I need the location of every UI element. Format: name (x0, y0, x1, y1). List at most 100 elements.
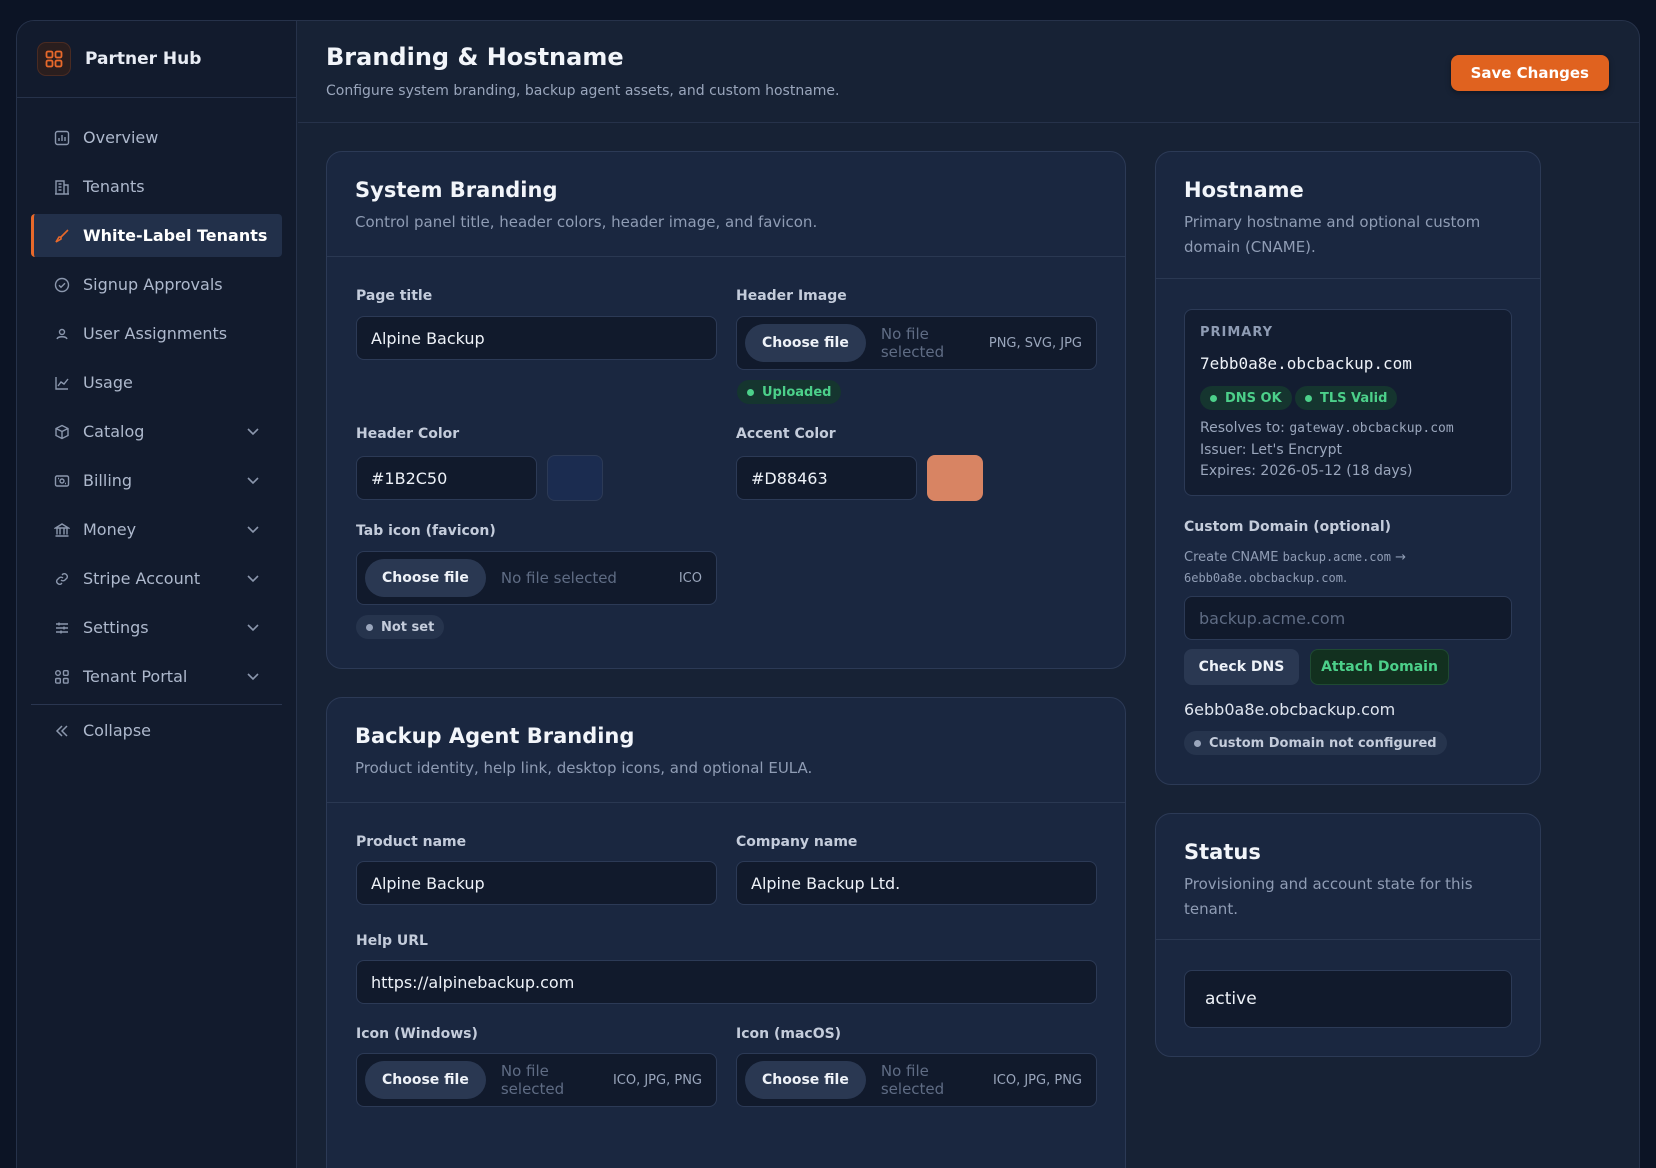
brush-icon (53, 227, 71, 245)
sidebar-item-usage[interactable]: Usage (31, 361, 282, 404)
sliders-icon (53, 619, 71, 637)
cname-suffix: . (1342, 571, 1348, 586)
line-chart-icon (53, 374, 71, 392)
product-name-input[interactable]: Alpine Backup (356, 861, 717, 905)
choose-file-button[interactable]: Choose file (745, 324, 866, 362)
card-header: Hostname Primary hostname and optional c… (1156, 152, 1540, 279)
dot-icon (747, 388, 754, 396)
save-changes-button[interactable]: Save Changes (1450, 55, 1609, 91)
choose-file-button[interactable]: Choose file (745, 1061, 866, 1099)
double-chevron-left-icon (53, 722, 71, 740)
icon-windows-label: Icon (Windows) (356, 1026, 478, 1042)
sidebar-item-settings[interactable]: Settings (31, 606, 282, 649)
sidebar-item-overview[interactable]: Overview (31, 116, 282, 159)
accent-color-swatch[interactable] (927, 455, 983, 501)
status-badge: Uploaded (737, 380, 842, 404)
sidebar-item-white-label-tenants[interactable]: White-Label Tenants (31, 214, 282, 257)
header-color-input[interactable]: #1B2C50 (356, 456, 537, 500)
header-image-label: Header Image (736, 288, 847, 304)
icon-windows-file-input[interactable]: Choose file No file selected ICO, JPG, P… (356, 1053, 717, 1107)
main-content: Branding & Hostname Configure system bra… (298, 21, 1639, 1168)
hostname-card: Hostname Primary hostname and optional c… (1155, 151, 1541, 785)
resolves-to: Resolves to: gateway.obcbackup.com (1200, 420, 1454, 436)
status-badge: Not set (356, 615, 445, 639)
primary-hostname: 7ebb0a8e.obcbackup.com (1200, 354, 1412, 373)
resolves-prefix: Resolves to: (1200, 420, 1290, 436)
card-header: Backup Agent Branding Product identity, … (327, 698, 1125, 803)
custom-domain-input[interactable]: backup.acme.com (1184, 596, 1512, 640)
chevron-down-icon[interactable] (246, 669, 260, 683)
sidebar-item-label: User Assignments (83, 324, 228, 343)
sidebar-item-tenants[interactable]: Tenants (31, 165, 282, 208)
custom-domain-label: Custom Domain (optional) (1184, 519, 1392, 535)
status-value[interactable]: active (1184, 970, 1512, 1028)
sidebar-item-label: Overview (83, 128, 159, 147)
custom-domain-status-badge: Custom Domain not configured (1184, 731, 1447, 755)
icon-macos-label: Icon (macOS) (736, 1026, 842, 1042)
file-types: PNG, SVG, JPG (988, 335, 1082, 351)
badge-label: Not set (381, 619, 435, 635)
file-types: ICO (678, 570, 702, 586)
card-subtitle: Primary hostname and optional custom dom… (1184, 213, 1481, 256)
badge-label: DNS OK (1225, 390, 1282, 406)
company-name-label: Company name (736, 834, 858, 850)
favicon-file-input[interactable]: Choose file No file selected ICO (356, 551, 717, 605)
sidebar-item-tenant-portal[interactable]: Tenant Portal (31, 655, 282, 698)
sidebar-nav: Overview Tenants White-Label Tenants Sig… (17, 98, 296, 752)
app-name: Partner Hub (85, 49, 202, 69)
dot-icon (1194, 739, 1201, 747)
header-color-swatch[interactable] (547, 455, 603, 501)
header-image-file-input[interactable]: Choose file No file selected PNG, SVG, J… (736, 316, 1097, 370)
card-header: Status Provisioning and account state fo… (1156, 814, 1540, 940)
sidebar-item-billing[interactable]: Billing (31, 459, 282, 502)
sidebar-item-label: Usage (83, 373, 133, 392)
sidebar-item-stripe-account[interactable]: Stripe Account (31, 557, 282, 600)
sidebar-item-user-assignments[interactable]: User Assignments (31, 312, 282, 355)
sidebar-item-label: Catalog (83, 422, 145, 441)
check-dns-button[interactable]: Check DNS (1184, 649, 1299, 685)
file-placeholder: No file selected (500, 1062, 565, 1098)
chevron-down-icon[interactable] (246, 473, 260, 487)
chevron-down-icon[interactable] (246, 424, 260, 438)
link-icon (53, 570, 71, 588)
sidebar-item-label: Settings (83, 618, 149, 637)
sidebar-item-label: Signup Approvals (83, 275, 223, 294)
chevron-down-icon[interactable] (246, 620, 260, 634)
sidebar-item-catalog[interactable]: Catalog (31, 410, 282, 453)
page-title-label: Page title (356, 288, 433, 304)
sidebar-item-signup-approvals[interactable]: Signup Approvals (31, 263, 282, 306)
system-branding-card: System Branding Control panel title, hea… (326, 151, 1126, 669)
choose-file-button[interactable]: Choose file (365, 1061, 486, 1099)
attach-domain-button[interactable]: Attach Domain (1310, 649, 1449, 685)
sidebar-item-label: Tenants (83, 177, 145, 196)
accent-color-input[interactable]: #D88463 (736, 456, 917, 500)
chevron-down-icon[interactable] (246, 571, 260, 585)
file-placeholder: No file selected (500, 569, 617, 587)
help-url-input[interactable]: https://alpinebackup.com (356, 960, 1097, 1004)
cert-expiry: Expires: 2026-05-12 (18 days) (1200, 463, 1413, 479)
page-title: Branding & Hostname (326, 43, 624, 71)
cert-issuer: Issuer: Let's Encrypt (1200, 442, 1342, 458)
page-title-input[interactable]: Alpine Backup (356, 316, 717, 360)
sidebar-item-label: White-Label Tenants (83, 226, 268, 245)
dot-icon (1210, 394, 1217, 402)
collapse-button[interactable]: Collapse (31, 709, 282, 752)
sidebar-item-money[interactable]: Money (31, 508, 282, 551)
company-name-input[interactable]: Alpine Backup Ltd. (736, 861, 1097, 905)
cname-to: 6ebb0a8e.obcbackup.com (1184, 571, 1343, 585)
target-hostname: 6ebb0a8e.obcbackup.com (1184, 700, 1396, 719)
resolves-value: gateway.obcbackup.com (1289, 421, 1454, 436)
icon-macos-file-input[interactable]: Choose file No file selected ICO, JPG, P… (736, 1053, 1097, 1107)
agent-branding-card: Backup Agent Branding Product identity, … (326, 697, 1126, 1168)
choose-file-button[interactable]: Choose file (365, 559, 486, 597)
app-window: Partner Hub Overview Tenants White-Label… (16, 20, 1640, 1168)
building-icon (53, 178, 71, 196)
chevron-down-icon[interactable] (246, 522, 260, 536)
product-name-label: Product name (356, 834, 467, 850)
tls-valid-badge: TLS Valid (1295, 386, 1398, 410)
card-title: Hostname (1184, 178, 1304, 202)
card-title: Backup Agent Branding (355, 724, 635, 748)
box-icon (53, 423, 71, 441)
file-types: ICO, JPG, PNG (992, 1072, 1082, 1088)
file-placeholder: No file selected (880, 325, 945, 361)
